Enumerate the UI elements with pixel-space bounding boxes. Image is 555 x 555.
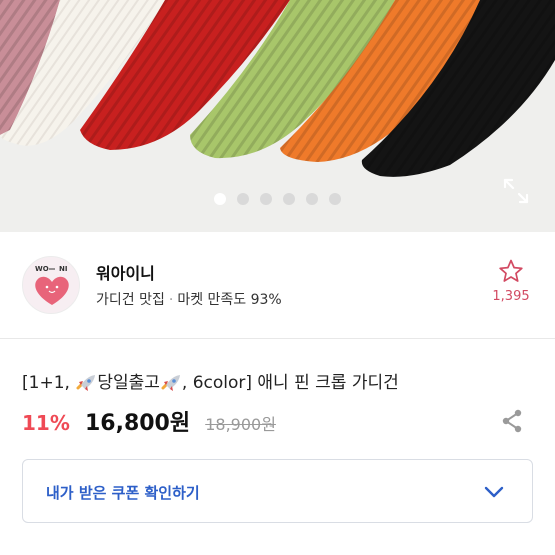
shop-tagline: 가디건 맛집 [96, 292, 165, 308]
seller-section: WO NI 워아이니 가디건 맛집 · 마켓 만족도 93% 1,395 [0, 232, 555, 339]
discount-rate: 11% [22, 411, 70, 435]
seller-avatar[interactable]: WO NI [22, 256, 80, 314]
rocket-icon [161, 375, 180, 391]
carousel-dot[interactable] [260, 193, 272, 205]
heart-logo-icon: WO NI [35, 265, 69, 305]
like-count: 1,395 [492, 289, 530, 304]
product-title: [1+1, 당일출고 , 6color] 애니 핀 크롭 가디건 [22, 368, 399, 393]
carousel-dot[interactable] [214, 193, 226, 205]
like-button[interactable]: 1,395 [486, 258, 536, 304]
shop-name[interactable]: 워아이니 [96, 260, 155, 284]
title-suffix: , 6color] 애니 핀 크롭 가디건 [181, 373, 399, 393]
share-icon[interactable] [500, 408, 524, 434]
market-satisfaction: 마켓 만족도 93% [177, 292, 282, 308]
chevron-down-icon [484, 486, 504, 498]
price-row: 11% 16,800원 18,900원 [22, 405, 276, 436]
svg-text:NI: NI [59, 265, 67, 273]
sale-price: 16,800원 [84, 411, 191, 436]
expand-icon[interactable] [502, 177, 530, 205]
title-badge: 당일출고 [97, 373, 160, 393]
carousel-dot[interactable] [237, 193, 249, 205]
rocket-icon [76, 375, 96, 391]
coupon-check-button[interactable]: 내가 받은 쿠폰 확인하기 [22, 459, 533, 523]
carousel-dot[interactable] [283, 193, 295, 205]
carousel-dot[interactable] [329, 193, 341, 205]
title-prefix: [1+1, [22, 373, 70, 393]
star-icon [499, 259, 523, 282]
svg-text:WO: WO [35, 265, 49, 273]
product-image-carousel[interactable] [0, 0, 555, 232]
original-price: 18,900원 [205, 415, 276, 434]
coupon-label: 내가 받은 쿠폰 확인하기 [46, 484, 200, 502]
meta-separator: · [168, 292, 174, 308]
shop-meta: 가디건 맛집 · 마켓 만족도 93% [96, 289, 282, 309]
carousel-pagination [0, 193, 555, 205]
carousel-dot[interactable] [306, 193, 318, 205]
